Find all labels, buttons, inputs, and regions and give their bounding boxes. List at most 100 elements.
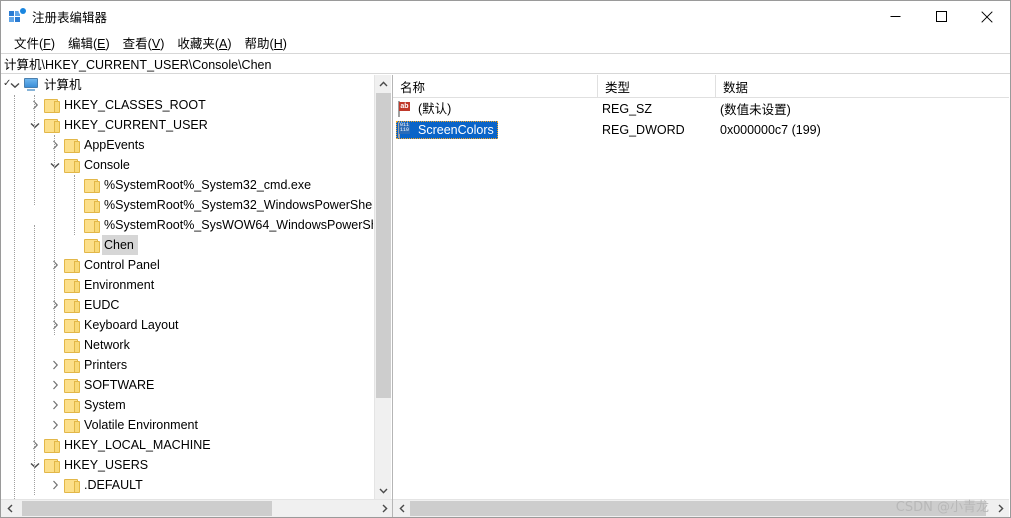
tree-item-label: EUDC (84, 298, 120, 312)
folder-icon (63, 255, 80, 275)
tree-item-hkey-local-machine[interactable]: HKEY_LOCAL_MACHINE (1, 435, 373, 455)
key-tree[interactable]: 计算机 ✓ HKEY_CLASSES_ROOT HKEY_CURRENT_USER Ap… (1, 75, 373, 499)
value-data-label: (数值未设置) (720, 103, 791, 117)
tree-item-[interactable]: 计算机 ✓ (1, 75, 373, 95)
tree-item-software[interactable]: SOFTWARE (1, 375, 373, 395)
folder-icon (63, 395, 80, 415)
tree-item-keyboard-layout[interactable]: Keyboard Layout (1, 315, 373, 335)
folder-icon (83, 195, 100, 215)
tree-hscroll-track[interactable] (18, 500, 376, 517)
tree-scroll-right-arrow[interactable] (376, 500, 392, 517)
value-name-label: ScreenColors (418, 122, 494, 137)
tree-item-console[interactable]: Console (1, 155, 373, 175)
chevron-right-icon[interactable] (47, 135, 63, 155)
tree-item-eudc[interactable]: EUDC (1, 295, 373, 315)
tree-vertical-scrollbar[interactable] (374, 75, 391, 499)
registry-editor-icon (9, 7, 26, 25)
value-row[interactable]: 011110 ScreenColors REG_DWORD 0x000000c7 (1… (393, 119, 1009, 140)
tree-item-environment[interactable]: Environment (1, 275, 373, 295)
address-bar[interactable]: 计算机\HKEY_CURRENT_USER\Console\Chen (1, 53, 1010, 74)
tree-item-hkey-classes-root[interactable]: HKEY_CLASSES_ROOT (1, 95, 373, 115)
tree-item-volatile-environment[interactable]: Volatile Environment (1, 415, 373, 435)
tree-item-systemroot-system32-cmd-exe[interactable]: %SystemRoot%_System32_cmd.exe (1, 175, 373, 195)
menu-file-key: F (43, 37, 51, 51)
folder-icon (63, 155, 80, 175)
tree-item-hkey-users[interactable]: HKEY_USERS (1, 455, 373, 475)
minimize-button[interactable] (872, 1, 918, 32)
tree-item-printers[interactable]: Printers (1, 355, 373, 375)
value-name-cell[interactable]: 011110 ScreenColors (393, 119, 598, 140)
list-hscroll-thumb[interactable] (410, 501, 986, 516)
value-list-body[interactable]: ab (默认) REG_SZ (数值未设置) 011110 ScreenColors REG… (393, 98, 1009, 498)
menu-edit-post: ) (105, 37, 110, 51)
chevron-right-icon[interactable] (47, 355, 63, 375)
chevron-right-icon[interactable] (27, 95, 43, 115)
menu-view-post: ) (160, 37, 165, 51)
chevron-right-icon[interactable] (27, 435, 43, 455)
chevron-right-icon[interactable] (47, 415, 63, 435)
tree-item-label: %SystemRoot%_System32_WindowsPowerShell_… (104, 198, 373, 212)
menu-file-post: ) (50, 37, 55, 51)
folder-icon (83, 235, 100, 255)
tree-hscroll-thumb[interactable] (22, 501, 272, 516)
tree-item-hkey-current-user[interactable]: HKEY_CURRENT_USER (1, 115, 373, 135)
tree-scroll-up-arrow[interactable] (375, 75, 391, 92)
tree-item-label: HKEY_CURRENT_USER (64, 118, 208, 132)
menu-item-file[interactable]: 文件(F) (8, 32, 62, 53)
value-list-header: 名称 类型 数据 (393, 75, 1009, 98)
tree-scroll-left-arrow[interactable] (1, 500, 18, 517)
maximize-button[interactable] (918, 1, 964, 32)
value-row[interactable]: ab (默认) REG_SZ (数值未设置) (393, 98, 1009, 119)
value-name-cell[interactable]: ab (默认) (393, 98, 598, 119)
list-horizontal-scrollbar[interactable] (393, 499, 1009, 517)
chevron-right-icon[interactable] (47, 255, 63, 275)
value-data-cell: (数值未设置) (716, 98, 1009, 119)
close-button[interactable] (964, 1, 1010, 32)
list-scroll-right-arrow[interactable] (992, 500, 1009, 517)
chevron-right-icon[interactable] (47, 315, 63, 335)
tree-scroll-thumb[interactable] (376, 93, 391, 398)
tree-item-label: Network (84, 338, 130, 352)
menu-item-help[interactable]: 帮助(H) (239, 32, 294, 53)
folder-icon (63, 415, 80, 435)
tree-scroll-down-arrow[interactable] (375, 482, 392, 499)
menu-item-view[interactable]: 查看(V) (117, 32, 172, 53)
chevron-down-icon[interactable] (47, 155, 63, 175)
chevron-right-icon[interactable] (47, 395, 63, 415)
folder-icon (43, 455, 60, 475)
tree-item-systemroot-syswow64-windowspowershell[interactable]: %SystemRoot%_SysWOW64_WindowsPowerShell_ (1, 215, 373, 235)
tree-item-chen[interactable]: Chen (1, 235, 373, 255)
tree-item-label: HKEY_CLASSES_ROOT (64, 98, 206, 112)
tree-guide-line (34, 95, 35, 205)
menu-edit-pre: 编辑( (67, 37, 98, 51)
tree-item-appevents[interactable]: AppEvents (1, 135, 373, 155)
tree-item-systemroot-system32-windowspowershell-v1[interactable]: %SystemRoot%_System32_WindowsPowerShell_… (1, 195, 373, 215)
dword-value-icon: 011110 (398, 121, 414, 138)
chevron-down-icon[interactable] (27, 455, 43, 475)
folder-icon (63, 355, 80, 375)
tree-item-default[interactable]: .DEFAULT (1, 475, 373, 495)
chevron-right-icon[interactable] (47, 295, 63, 315)
list-hscroll-track[interactable] (410, 500, 992, 517)
column-header-name[interactable]: 名称 (393, 75, 598, 98)
tree-item-network[interactable]: Network (1, 335, 373, 355)
tree-item-control-panel[interactable]: Control Panel (1, 255, 373, 275)
folder-icon (63, 335, 80, 355)
chevron-down-icon[interactable] (27, 115, 43, 135)
tree-item-system[interactable]: System (1, 395, 373, 415)
column-header-type[interactable]: 类型 (598, 75, 716, 98)
menu-fav-post: ) (227, 37, 232, 51)
menu-help-key: H (273, 37, 283, 51)
string-value-icon: ab (398, 100, 414, 117)
tree-horizontal-scrollbar[interactable] (1, 499, 392, 517)
list-scroll-left-arrow[interactable] (393, 500, 410, 517)
window-controls (872, 1, 1010, 32)
menu-item-favorites[interactable]: 收藏夹(A) (171, 32, 238, 53)
column-header-data[interactable]: 数据 (716, 75, 1009, 98)
folder-icon (43, 435, 60, 455)
chevron-right-icon[interactable] (47, 475, 63, 495)
window-title: 注册表编辑器 (32, 11, 108, 25)
menu-item-edit[interactable]: 编辑(E) (62, 32, 117, 53)
tree-item-label: %SystemRoot%_System32_cmd.exe (104, 178, 312, 192)
chevron-right-icon[interactable] (47, 375, 63, 395)
